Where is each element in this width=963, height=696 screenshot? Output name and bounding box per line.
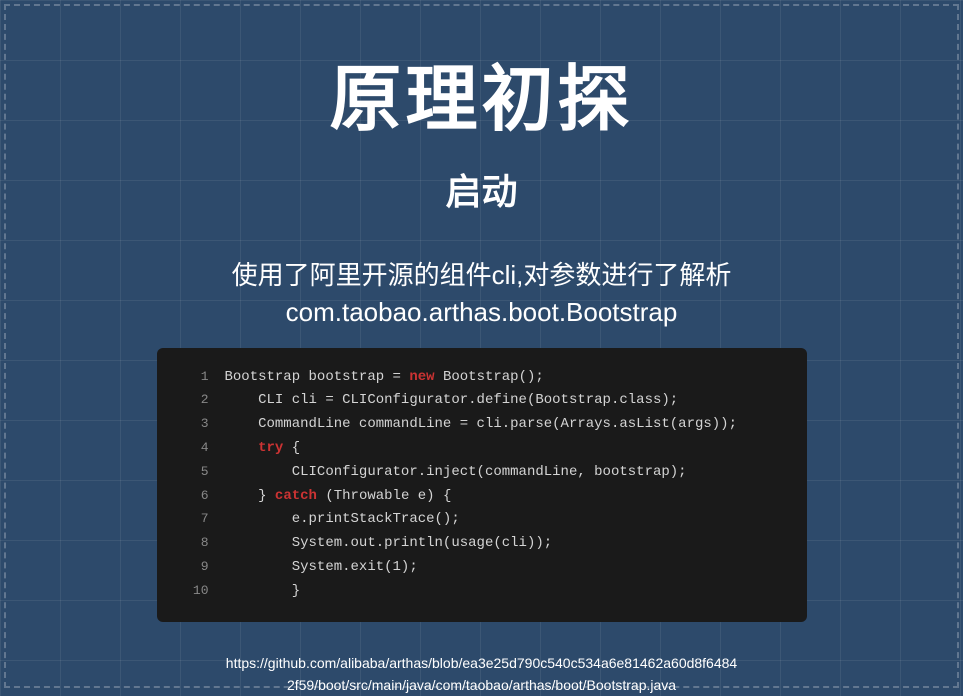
code-line-5: 5 CLIConfigurator.inject(commandLine, bo…: [181, 461, 783, 485]
line-num-2: 2: [181, 389, 209, 411]
code-line-4: 4 try {: [181, 437, 783, 461]
code-content-6: } catch (Throwable e) {: [225, 485, 452, 509]
code-line-6: 6 } catch (Throwable e) {: [181, 485, 783, 509]
description-line2: com.taobao.arthas.boot.Bootstrap: [286, 297, 678, 328]
code-line-8: 8 System.out.println(usage(cli));: [181, 532, 783, 556]
code-line-9: 9 System.exit(1);: [181, 556, 783, 580]
code-content-5: CLIConfigurator.inject(commandLine, boot…: [225, 461, 687, 485]
description-line1: 使用了阿里开源的组件cli,对参数进行了解析: [232, 255, 732, 297]
footer-line1: https://github.com/alibaba/arthas/blob/e…: [226, 655, 737, 671]
line-num-1: 1: [181, 366, 209, 388]
line-num-5: 5: [181, 461, 209, 483]
code-content-8: System.out.println(usage(cli));: [225, 532, 553, 556]
line-num-7: 7: [181, 508, 209, 530]
subtitle: 启动: [445, 163, 517, 215]
code-content-1: Bootstrap bootstrap = new Bootstrap();: [225, 366, 544, 390]
code-line-3: 3 CommandLine commandLine = cli.parse(Ar…: [181, 413, 783, 437]
footer-link: https://github.com/alibaba/arthas/blob/e…: [226, 652, 737, 696]
page-title: 原理初探: [329, 40, 633, 145]
line-num-8: 8: [181, 532, 209, 554]
line-num-9: 9: [181, 556, 209, 578]
code-line-10: 10 }: [181, 580, 783, 604]
code-content-2: CLI cli = CLIConfigurator.define(Bootstr…: [225, 389, 679, 413]
footer-line2: 2f59/boot/src/main/java/com/taobao/artha…: [287, 677, 676, 693]
code-line-2: 2 CLI cli = CLIConfigurator.define(Boots…: [181, 389, 783, 413]
line-num-10: 10: [181, 580, 209, 602]
code-content-10: }: [225, 580, 301, 604]
code-content-4: try {: [225, 437, 301, 461]
code-line-7: 7 e.printStackTrace();: [181, 508, 783, 532]
code-content-7: e.printStackTrace();: [225, 508, 460, 532]
code-line-1: 1 Bootstrap bootstrap = new Bootstrap();: [181, 366, 783, 390]
line-num-6: 6: [181, 485, 209, 507]
code-block: 1 Bootstrap bootstrap = new Bootstrap();…: [157, 348, 807, 622]
line-num-3: 3: [181, 413, 209, 435]
line-num-4: 4: [181, 437, 209, 459]
code-content-3: CommandLine commandLine = cli.parse(Arra…: [225, 413, 737, 437]
code-content-9: System.exit(1);: [225, 556, 418, 580]
